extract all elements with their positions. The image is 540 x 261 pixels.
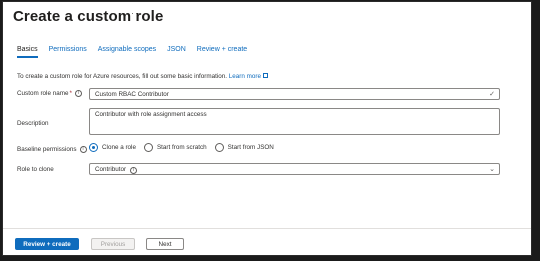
tab-permissions[interactable]: Permissions: [49, 46, 87, 58]
create-custom-role-panel: Create a custom role ··· Basics Permissi…: [2, 1, 532, 256]
required-marker: *: [69, 90, 72, 97]
checkmark-icon: ✓: [489, 91, 495, 98]
radio-start-json[interactable]: Start from JSON: [214, 143, 274, 152]
radio-unselected-icon: [143, 143, 153, 152]
radio-selected-icon: [89, 143, 98, 152]
footer-divider: [3, 228, 531, 229]
chevron-down-icon: ⌄: [489, 166, 495, 173]
more-options-icon[interactable]: ···: [131, 8, 143, 18]
intro-text: To create a custom role for Azure resour…: [17, 73, 268, 80]
info-icon[interactable]: i: [79, 146, 87, 153]
info-icon[interactable]: i: [129, 167, 137, 174]
radio-start-scratch[interactable]: Start from scratch: [143, 143, 207, 152]
tab-basics[interactable]: Basics: [17, 46, 38, 58]
tab-json[interactable]: JSON: [167, 46, 186, 58]
learn-more-link[interactable]: Learn more: [229, 73, 268, 80]
description-label: Description: [17, 120, 49, 127]
role-to-clone-label: Role to clone: [17, 166, 54, 173]
role-to-clone-dropdown[interactable]: Contributor i ⌄: [89, 163, 500, 175]
info-icon[interactable]: i: [74, 90, 82, 97]
tab-review-create[interactable]: Review + create: [197, 46, 247, 58]
radio-clone-role[interactable]: Clone a role: [89, 143, 136, 152]
tab-bar: Basics Permissions Assignable scopes JSO…: [17, 46, 247, 58]
role-name-input[interactable]: Custom RBAC Contributor ✓: [89, 88, 500, 100]
role-name-label: Custom role name * i: [17, 90, 82, 97]
next-button[interactable]: Next: [146, 238, 184, 250]
external-link-icon: [262, 73, 268, 78]
baseline-radio-group: Clone a role Start from scratch Start fr…: [89, 143, 274, 152]
intro-description: To create a custom role for Azure resour…: [17, 73, 227, 80]
description-textarea[interactable]: Contributor with role assignment access: [89, 108, 500, 135]
tab-assignable-scopes[interactable]: Assignable scopes: [98, 46, 156, 58]
previous-button[interactable]: Previous: [91, 238, 135, 250]
radio-unselected-icon: [214, 143, 224, 152]
baseline-permissions-label: Baseline permissions i: [17, 146, 87, 153]
review-create-button[interactable]: Review + create: [15, 238, 79, 250]
